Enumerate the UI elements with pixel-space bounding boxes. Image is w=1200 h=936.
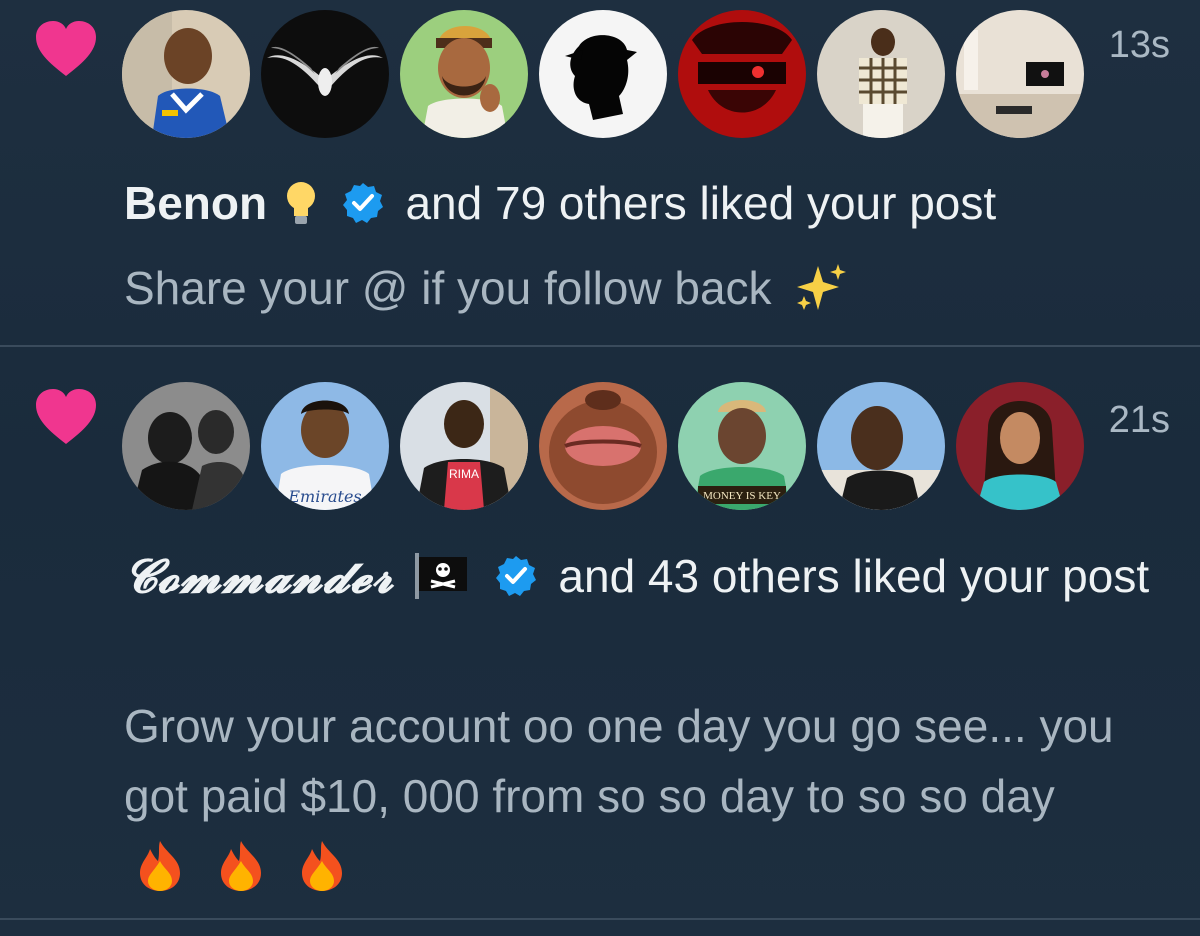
avatar[interactable] [956, 382, 1084, 510]
heart-icon [36, 389, 96, 444]
notification-feed: 13s Benon and 79 others liked your post … [0, 0, 1200, 936]
post-preview[interactable]: Grow your account oo one day you go see.… [124, 691, 1160, 901]
verified-badge-icon [342, 182, 383, 223]
avatar[interactable] [817, 382, 945, 510]
sparkles-icon [797, 263, 847, 310]
post-preview[interactable]: Share your @ if you follow back [124, 253, 1160, 323]
action-text: and 79 others liked your post [405, 177, 997, 229]
avatar[interactable]: RIMA [400, 382, 528, 510]
avatar[interactable] [817, 10, 945, 138]
avatar[interactable]: Emirates [261, 382, 389, 510]
fire-icon [140, 840, 180, 891]
post-text: Grow your account oo one day you go see.… [124, 700, 1114, 822]
avatar[interactable] [539, 382, 667, 510]
avatar[interactable] [122, 382, 250, 510]
avatar[interactable] [956, 10, 1084, 138]
fire-icon [301, 840, 342, 891]
fire-icon [220, 840, 261, 891]
notification-headline: 𝓒𝓸𝓶𝓶𝓪𝓷𝓭𝓮𝓻 and 43 others liked your post [124, 545, 1160, 607]
heart-icon [36, 21, 96, 76]
avatar[interactable] [122, 10, 250, 138]
avatar-text: MONEY IS KEY [703, 490, 781, 502]
verified-badge-icon [495, 555, 536, 596]
fire-emojis [132, 840, 350, 892]
like-notification[interactable]: Emirates RIMA MONEY IS KEY 21s 𝓒𝓸𝓶𝓶𝓪𝓷𝓭𝓮𝓻… [0, 347, 1200, 920]
user-name[interactable]: Benon [124, 177, 267, 229]
post-text: Share your @ if you follow back [124, 262, 772, 314]
avatar[interactable] [400, 10, 528, 138]
timestamp: 21s [1108, 399, 1170, 441]
lightbulb-icon [286, 181, 315, 224]
avatar-row: Emirates RIMA MONEY IS KEY [122, 382, 1084, 510]
divider [0, 918, 1200, 920]
action-text: and 43 others liked your post [558, 550, 1150, 602]
avatar[interactable] [678, 10, 806, 138]
avatar[interactable] [539, 10, 667, 138]
avatar[interactable]: MONEY IS KEY [678, 382, 806, 510]
avatar-text: Emirates [287, 487, 361, 506]
user-name[interactable]: 𝓒𝓸𝓶𝓶𝓪𝓷𝓭𝓮𝓻 [124, 549, 394, 603]
avatar-text: RIMA [449, 467, 479, 481]
avatar-row [122, 10, 1084, 138]
timestamp: 13s [1108, 24, 1170, 66]
pirate-flag-icon [414, 552, 467, 599]
notification-headline: Benon and 79 others liked your post [124, 172, 1160, 234]
like-notification[interactable]: 13s Benon and 79 others liked your post … [0, 0, 1200, 347]
avatar[interactable] [261, 10, 389, 138]
